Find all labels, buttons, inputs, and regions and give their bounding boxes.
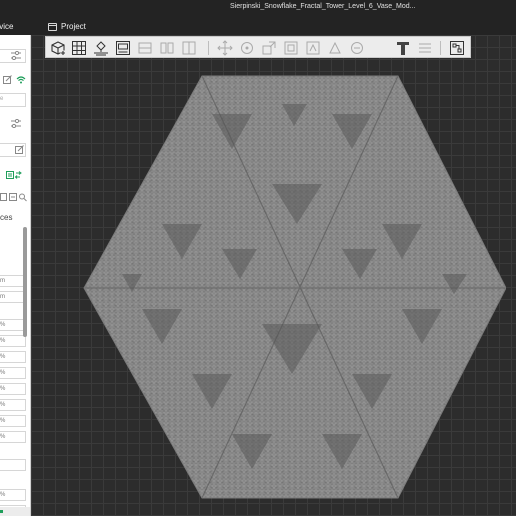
sliders-icon[interactable] [11, 119, 21, 128]
view-options-icon[interactable] [0, 193, 28, 202]
text-icon [397, 42, 409, 55]
add-cube-icon [51, 41, 66, 56]
sidebar-scrollbar[interactable] [23, 227, 27, 337]
sliders-icon[interactable] [11, 51, 21, 60]
sidebar-field-12[interactable]: % [0, 489, 26, 501]
toolbar-separator [208, 41, 209, 55]
tab-device[interactable]: Device [0, 18, 32, 35]
window-title: Sierpinski_Snowflake_Fractal_Tower_Level… [230, 3, 416, 10]
sierpinski-model[interactable] [82, 74, 506, 500]
edit-icon[interactable] [3, 75, 12, 84]
seam-paint-icon [351, 42, 363, 54]
auto-orient-button[interactable] [114, 39, 132, 57]
rotate-icon [241, 42, 253, 54]
lay-flat-icon [94, 41, 108, 56]
assembly-icon [450, 41, 464, 55]
scale-button[interactable] [260, 39, 278, 57]
wifi-icon[interactable] [16, 75, 26, 84]
sidebar-field-4[interactable]: % [0, 335, 26, 347]
auto-orient-icon [116, 41, 130, 55]
tab-device-label: Device [0, 22, 14, 31]
split-button[interactable] [158, 39, 176, 57]
sidebar-field-9[interactable]: % [0, 415, 26, 427]
move-icon [217, 40, 233, 56]
sidebar-heading-fragment: ces [0, 213, 13, 222]
arrange-button[interactable] [70, 39, 88, 57]
sidebar-field-10[interactable]: % [0, 431, 26, 443]
tab-bar: Device Project [0, 18, 516, 35]
move-button[interactable] [216, 39, 234, 57]
text-tool-button[interactable] [394, 39, 412, 57]
assembly-view-button[interactable] [448, 39, 466, 57]
sidebar-field-6[interactable]: % [0, 367, 26, 379]
grid-arrange-icon [72, 41, 86, 55]
sidebar-field-5[interactable]: % [0, 351, 26, 363]
title-bar: Sierpinski_Snowflake_Fractal_Tower_Level… [0, 0, 516, 18]
place-on-face-button[interactable] [282, 39, 300, 57]
seam-paint-button[interactable] [326, 39, 344, 57]
sidebar-footer [0, 507, 30, 516]
place-face-icon [284, 41, 298, 55]
toolbar-separator [440, 41, 441, 55]
split-parts-button[interactable] [180, 39, 198, 57]
filament-field[interactable]: e [0, 93, 26, 107]
add-object-button[interactable] [49, 39, 67, 57]
rotate-button[interactable] [238, 39, 256, 57]
tab-project-label: Project [61, 22, 86, 31]
tab-project[interactable]: Project [48, 18, 86, 35]
seam-paint-icon [329, 41, 341, 54]
cut-button[interactable] [136, 39, 154, 57]
measure-icon [419, 43, 431, 53]
support-paint-icon [306, 41, 320, 55]
split-icon [182, 41, 196, 55]
sidebar-field-7[interactable]: % [0, 383, 26, 395]
lay-on-face-button[interactable] [92, 39, 110, 57]
split-icon [160, 42, 174, 54]
cut-icon [138, 42, 152, 54]
global-objects-icon[interactable] [6, 171, 26, 180]
sidebar-field-8[interactable]: % [0, 399, 26, 411]
scale-icon [262, 41, 276, 55]
slicer-app: Sierpinski_Snowflake_Fractal_Tower_Level… [0, 0, 516, 516]
project-icon [48, 22, 57, 31]
sidebar-field-11[interactable] [0, 459, 26, 471]
object-toolbar [45, 36, 471, 58]
color-paint-button[interactable] [348, 39, 366, 57]
settings-sidebar: e ces m m % % % % % % % % % [0, 35, 31, 516]
edit-icon[interactable] [15, 145, 24, 154]
measure-button[interactable] [416, 39, 434, 57]
support-paint-button[interactable] [304, 39, 322, 57]
